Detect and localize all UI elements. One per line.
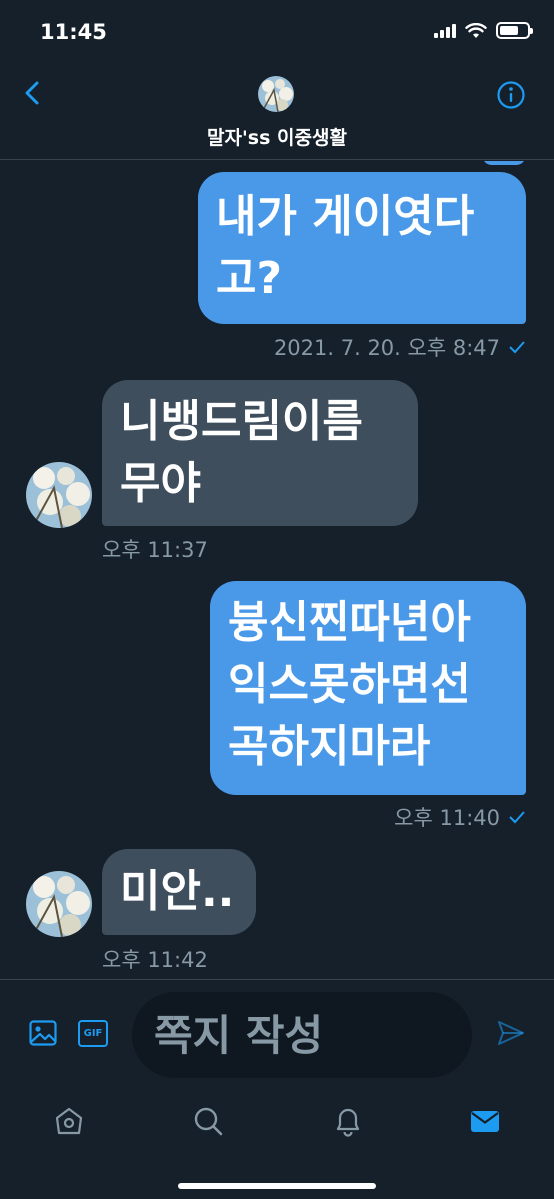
bell-icon — [336, 1108, 360, 1137]
message-timestamp: 오후 11:40 — [394, 802, 526, 832]
send-icon — [498, 1021, 524, 1045]
search-icon — [194, 1107, 223, 1136]
status-icons — [434, 22, 533, 39]
status-time: 11:45 — [40, 20, 107, 44]
gif-button[interactable]: GIF — [78, 1020, 108, 1047]
read-check-icon — [509, 811, 525, 824]
sent-message-bubble[interactable]: 븅신찐따년아 익스못하면선 곡하지마라 — [210, 581, 526, 795]
read-check-icon — [509, 341, 525, 354]
status-bar: 11:45 — [0, 0, 554, 62]
wifi-icon — [465, 22, 487, 38]
chevron-left-icon — [25, 81, 39, 105]
message-thread[interactable]: 내가 게이엿다 고? 2021. 7. 20. 오후 8:47 니뱅드림이름 무… — [0, 161, 554, 979]
tab-messages[interactable] — [469, 1105, 501, 1137]
info-button[interactable] — [496, 80, 526, 110]
message-line: 고? — [216, 253, 283, 304]
timestamp-text: 2021. 7. 20. 오후 8:47 — [273, 336, 500, 360]
mail-icon — [471, 1111, 499, 1132]
send-button[interactable] — [496, 1018, 526, 1048]
tab-search[interactable] — [192, 1105, 224, 1137]
tab-notifications[interactable] — [332, 1105, 364, 1137]
message-timestamp: 오후 11:42 — [102, 944, 208, 974]
sender-avatar[interactable] — [26, 871, 92, 937]
message-line: 무야 — [120, 458, 201, 509]
previous-sent-bubble-tail — [482, 161, 526, 165]
message-line: 내가 게이엿다 — [216, 191, 475, 242]
timestamp-text: 오후 11:40 — [394, 806, 500, 830]
message-input[interactable] — [132, 992, 472, 1078]
sent-message-bubble[interactable]: 내가 게이엿다 고? — [198, 172, 526, 324]
received-message-bubble[interactable]: 미안.. — [102, 849, 256, 935]
add-media-button[interactable] — [28, 1018, 58, 1048]
message-line: 곡하지마라 — [228, 721, 431, 772]
message-timestamp: 2021. 7. 20. 오후 8:47 — [274, 332, 526, 362]
timestamp-text: 오후 11:42 — [102, 948, 208, 972]
message-line: 니뱅드림이름 — [120, 396, 363, 447]
battery-icon — [496, 22, 533, 39]
conversation-avatar[interactable] — [258, 76, 294, 112]
message-timestamp: 오후 11:37 — [102, 534, 208, 564]
message-composer: GIF — [0, 979, 554, 1089]
message-line: 미안.. — [120, 866, 235, 917]
received-message-bubble[interactable]: 니뱅드림이름 무야 — [102, 380, 418, 526]
conversation-header: 말자'ss 이중생활 — [0, 62, 554, 160]
home-icon — [55, 1107, 83, 1135]
back-button[interactable] — [18, 78, 48, 108]
message-line: 익스못하면선 — [228, 659, 471, 710]
sender-avatar[interactable] — [26, 462, 92, 528]
image-icon — [29, 1020, 57, 1046]
home-indicator[interactable] — [178, 1183, 376, 1189]
info-icon — [497, 81, 525, 109]
message-line: 븅신찐따년아 — [228, 597, 471, 648]
tab-home[interactable] — [53, 1105, 85, 1137]
cellular-signal-icon — [434, 23, 456, 38]
timestamp-text: 오후 11:37 — [102, 538, 208, 562]
conversation-title: 말자'ss 이중생활 — [207, 127, 347, 149]
